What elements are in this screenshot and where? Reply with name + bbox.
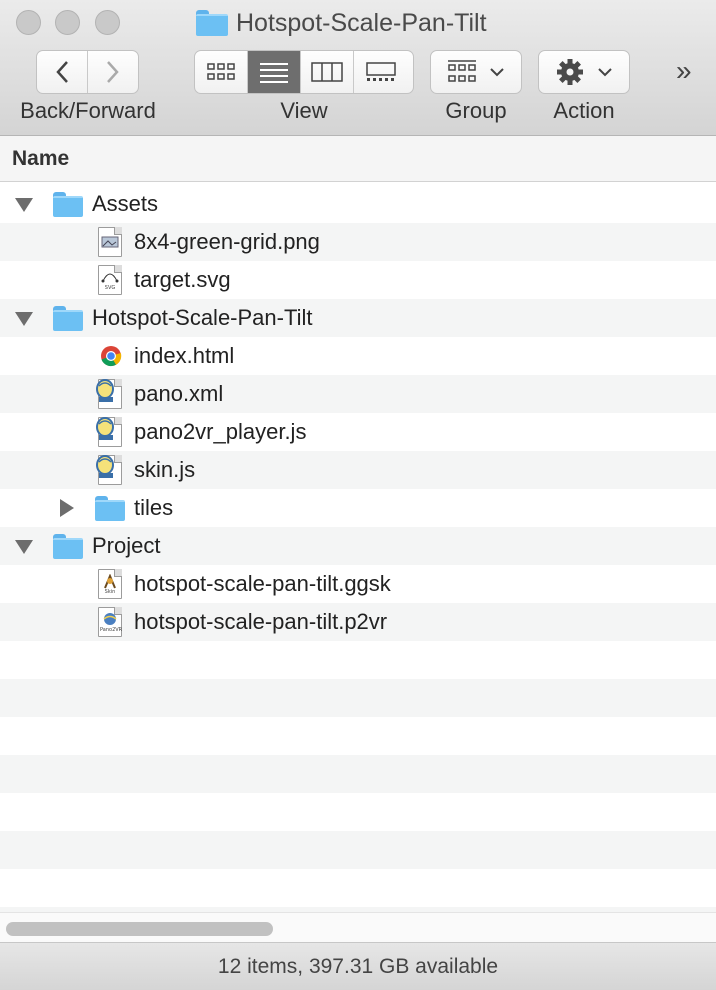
view-label: View	[280, 98, 328, 123]
list-item-xml-file[interactable]: pano.xml	[0, 375, 716, 413]
status-bar: 12 items, 397.31 GB available	[0, 942, 716, 990]
back-forward-control	[36, 50, 139, 94]
action-label: Action	[553, 98, 615, 123]
gear-icon	[557, 59, 583, 85]
item-name: hotspot-scale-pan-tilt.p2vr	[134, 609, 388, 634]
chevron-down-icon	[598, 68, 612, 77]
list-item-html-file[interactable]: index.html	[0, 337, 716, 375]
empty-row	[0, 793, 716, 831]
gallery-view-button[interactable]	[354, 51, 407, 93]
column-view-button[interactable]	[301, 51, 354, 93]
zoom-window-button[interactable]	[95, 10, 120, 35]
folder-icon	[53, 306, 83, 331]
empty-row	[0, 755, 716, 793]
window-title-text: Hotspot-Scale-Pan-Tilt	[236, 8, 487, 37]
skin-tag: Skin	[104, 589, 116, 595]
empty-row	[0, 679, 716, 717]
item-name: skin.js	[134, 457, 196, 482]
item-name: 8x4-green-grid.png	[134, 229, 320, 254]
list-view-button[interactable]	[248, 51, 301, 93]
action-button[interactable]	[538, 50, 630, 94]
view-mode-control	[194, 50, 414, 94]
empty-row	[0, 869, 716, 907]
list-item-project-folder[interactable]: Project	[0, 527, 716, 565]
svg-file-icon: SVG	[98, 265, 122, 295]
item-name: Project	[92, 533, 161, 558]
scrollbar-thumb[interactable]	[6, 922, 273, 936]
list-item-hotspot-folder[interactable]: Hotspot-Scale-Pan-Tilt	[0, 299, 716, 337]
item-name: Hotspot-Scale-Pan-Tilt	[92, 305, 313, 330]
disclosure-open-icon[interactable]	[15, 312, 33, 326]
horizontal-scrollbar[interactable]	[0, 912, 716, 942]
item-name: Assets	[92, 191, 159, 216]
folder-icon	[95, 496, 125, 521]
chevron-down-icon	[490, 68, 504, 77]
window-title: Hotspot-Scale-Pan-Tilt	[196, 6, 487, 40]
folder-icon	[196, 10, 228, 36]
chevron-right-icon	[107, 61, 119, 83]
list-item-tiles-folder[interactable]: tiles	[0, 489, 716, 527]
pano2vr-text-icon	[96, 379, 122, 409]
empty-row	[0, 831, 716, 869]
list-icon	[260, 63, 288, 83]
back-button[interactable]	[37, 51, 88, 93]
list-item-assets-folder[interactable]: Assets	[0, 185, 716, 223]
list-item-ggsk-file[interactable]: Skin hotspot-scale-pan-tilt.ggsk	[0, 565, 716, 603]
item-name: hotspot-scale-pan-tilt.ggsk	[134, 571, 391, 596]
item-name: tiles	[134, 495, 174, 520]
window-toolbar: Hotspot-Scale-Pan-Tilt Back/Forward View…	[0, 0, 716, 136]
name-column-label: Name	[12, 147, 70, 170]
chevron-left-icon	[56, 61, 68, 83]
gallery-icon	[365, 62, 396, 81]
pano2vr-tag: Pano2VR	[100, 627, 123, 633]
list-item-svg-file[interactable]: SVG target.svg	[0, 261, 716, 299]
icon-grid-icon	[207, 63, 235, 80]
toolbar-overflow-button[interactable]: »	[676, 55, 692, 87]
p2vr-file-icon: Pano2VR	[98, 607, 122, 637]
group-button[interactable]	[430, 50, 522, 94]
icon-view-button[interactable]	[195, 51, 248, 93]
item-name: pano2vr_player.js	[134, 419, 307, 444]
svg-tag: SVG	[104, 285, 116, 291]
status-text: 12 items, 397.31 GB available	[217, 955, 499, 978]
list-item-skin-js-file[interactable]: skin.js	[0, 451, 716, 489]
close-window-button[interactable]	[16, 10, 41, 35]
item-name: pano.xml	[134, 381, 224, 406]
folder-icon	[53, 534, 83, 559]
chrome-icon	[101, 346, 122, 367]
disclosure-open-icon[interactable]	[15, 540, 33, 554]
ggsk-file-icon: Skin	[98, 569, 122, 599]
pano2vr-text-icon	[96, 417, 122, 447]
pano2vr-text-icon	[96, 455, 122, 485]
item-name: target.svg	[134, 267, 231, 292]
empty-row	[0, 641, 716, 679]
disclosure-open-icon[interactable]	[15, 198, 33, 212]
columns-icon	[311, 62, 343, 82]
group-grid-icon	[448, 60, 476, 82]
group-label: Group	[445, 98, 507, 123]
item-name: index.html	[134, 343, 235, 368]
forward-button[interactable]	[88, 51, 138, 93]
file-list: Assets 8x4-green-grid.png SVG target.svg…	[0, 185, 716, 945]
folder-icon	[53, 192, 83, 217]
list-item-player-js-file[interactable]: pano2vr_player.js	[0, 413, 716, 451]
empty-row	[0, 717, 716, 755]
list-item-png-file[interactable]: 8x4-green-grid.png	[0, 223, 716, 261]
list-item-p2vr-file[interactable]: Pano2VR hotspot-scale-pan-tilt.p2vr	[0, 603, 716, 641]
png-file-icon	[98, 227, 122, 257]
minimize-window-button[interactable]	[55, 10, 80, 35]
disclosure-closed-icon[interactable]	[60, 499, 74, 517]
back-forward-label: Back/Forward	[20, 98, 156, 123]
name-column-header[interactable]: Name	[0, 136, 716, 182]
